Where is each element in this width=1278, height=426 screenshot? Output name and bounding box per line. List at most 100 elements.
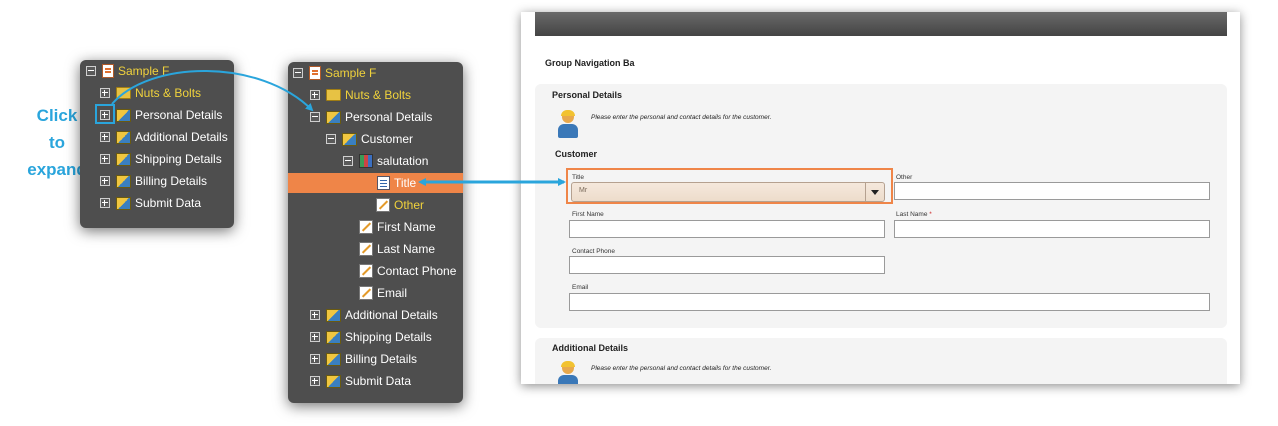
tree-item-nuts-bolts[interactable]: Nuts & Bolts [310,85,411,105]
last-name-label: Last Name * [896,211,932,218]
customer-avatar-icon [557,361,579,384]
email-input[interactable] [569,293,1210,311]
expand-icon[interactable] [310,310,320,320]
group-icon [326,110,341,124]
expand-icon[interactable] [100,88,110,98]
tree-panel-expanded: Sample F Nuts & Bolts Personal Details C… [288,62,463,403]
customer-group-title: Customer [555,149,598,159]
tree-root[interactable]: Sample F [293,63,376,83]
tree-item-nuts-bolts[interactable]: Nuts & Bolts [100,83,201,103]
expand-icon[interactable] [100,132,110,142]
tree-item-label: Personal Details [135,108,223,122]
salutation-icon [359,154,373,168]
group-icon [326,308,341,322]
tree-item-label: Billing Details [345,352,418,366]
expand-icon[interactable] [310,376,320,386]
tree-item-other[interactable]: Other [376,195,424,215]
tree-item-label: Other [394,198,425,212]
tree-item-label: First Name [377,220,436,234]
tree-item-label: salutation [377,154,429,168]
text-field-icon [376,198,390,212]
tree-item-label: Billing Details [135,174,208,188]
tree-item-first-name[interactable]: First Name [359,217,436,237]
last-name-input[interactable] [894,220,1210,238]
section-hint: Please enter the personal and contact de… [591,365,772,372]
avatar-helmet [561,361,575,367]
tree-item-billing-details[interactable]: Billing Details [100,171,207,191]
tree-item-label: Nuts & Bolts [345,88,412,102]
group-icon [116,174,131,188]
text-field-icon [359,220,373,234]
email-label: Email [572,284,589,291]
other-input[interactable] [894,182,1210,200]
customer-avatar-icon [557,110,579,139]
tree-item-label: Additional Details [345,308,438,322]
group-icon [116,196,131,210]
collapse-icon[interactable] [343,156,353,166]
group-icon [116,152,131,166]
group-icon [326,352,341,366]
first-name-label: First Name [572,211,604,218]
tree-item-contact-phone[interactable]: Contact Phone [359,261,456,281]
text-field-icon [359,242,373,256]
expand-icon[interactable] [100,198,110,208]
tree-item-submit-data[interactable]: Submit Data [100,193,201,213]
avatar-body [558,375,578,384]
tree-item-label: Customer [361,132,414,146]
tree-item-shipping-details[interactable]: Shipping Details [310,327,432,347]
tree-root-label: Sample F [325,66,377,80]
tree-item-label: Shipping Details [135,152,222,166]
collapse-icon[interactable] [326,134,336,144]
last-name-label-text: Last Name [896,211,928,218]
select-field-icon [377,176,390,190]
required-mark: * [929,211,932,218]
folder-icon [326,89,341,101]
group-icon [342,132,357,146]
tree-item-label: Submit Data [135,196,202,210]
section-title: Additional Details [552,343,629,353]
tree-root-label: Sample F [118,64,170,78]
tree-item-additional-details[interactable]: Additional Details [310,305,438,325]
group-icon [116,130,131,144]
tree-item-label: Submit Data [345,374,412,388]
section-hint: Please enter the personal and contact de… [591,114,772,121]
form-top-bar [535,12,1227,36]
tree-item-shipping-details[interactable]: Shipping Details [100,149,222,169]
collapse-icon[interactable] [310,112,320,122]
folder-icon [116,87,131,99]
tree-item-label: Last Name [377,242,436,256]
collapse-icon[interactable] [293,68,303,78]
expand-icon[interactable] [100,154,110,164]
form-doc-icon [309,66,321,80]
expand-icon[interactable] [100,176,110,186]
contact-phone-input[interactable] [569,256,885,274]
expand-icon[interactable] [310,90,320,100]
contact-phone-label: Contact Phone [572,248,616,255]
text-field-icon [359,286,373,300]
first-name-input[interactable] [569,220,885,238]
section-title: Personal Details [552,90,623,100]
expand-icon[interactable] [310,332,320,342]
collapse-icon[interactable] [86,66,96,76]
tree-item-label: Personal Details [345,110,433,124]
form-title: Group Navigation Ba [545,58,635,68]
tree-item-additional-details[interactable]: Additional Details [100,127,228,147]
tree-item-salutation[interactable]: salutation [343,151,428,171]
avatar-helmet [561,110,575,116]
tree-item-personal-details[interactable]: Personal Details [100,105,222,125]
other-label: Other [896,174,913,181]
tree-item-title-selected[interactable]: Title [288,173,463,193]
tree-item-last-name[interactable]: Last Name [359,239,435,259]
title-field-highlight [566,168,893,204]
tree-item-submit-data[interactable]: Submit Data [310,371,411,391]
tree-root[interactable]: Sample F [86,61,169,81]
tree-panel-collapsed: Sample F Nuts & Bolts Personal Details A… [80,60,234,228]
tree-item-customer[interactable]: Customer [326,129,413,149]
expand-icon[interactable] [310,354,320,364]
form-preview-panel: Group Navigation Ba Personal Details Ple… [521,12,1240,384]
tree-item-email[interactable]: Email [359,283,407,303]
tree-item-billing-details[interactable]: Billing Details [310,349,417,369]
tree-item-label: Shipping Details [345,330,432,344]
avatar-body [558,124,578,138]
tree-item-personal-details[interactable]: Personal Details [310,107,432,127]
